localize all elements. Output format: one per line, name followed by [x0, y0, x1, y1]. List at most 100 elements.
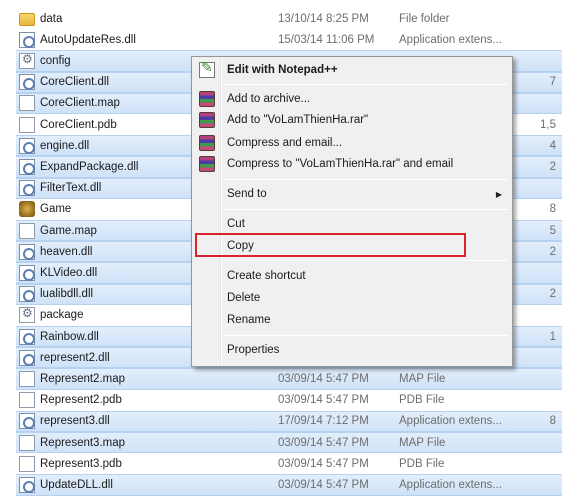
file-size: 2: [549, 288, 556, 301]
dll-icon: [19, 476, 35, 493]
menu-item-delete[interactable]: Delete: [194, 287, 510, 309]
file-row[interactable]: Represent3.map 03/09/14 5:47 PM MAP File: [16, 432, 562, 454]
dll-icon: [19, 413, 35, 430]
file-size: 8: [549, 203, 556, 216]
file-size: 1: [549, 330, 556, 343]
file-icon: [19, 370, 35, 387]
file-date: 15/03/14 11:06 PM: [278, 33, 375, 46]
menu-item-label: Add to archive...: [227, 93, 311, 105]
dll-icon: [19, 349, 35, 366]
menu-separator: [224, 335, 509, 336]
file-name: Represent3.map: [40, 436, 126, 449]
file-icon: [19, 392, 35, 409]
submenu-arrow-icon: ▶: [495, 189, 502, 199]
menu-separator: [224, 179, 509, 180]
menu-item-label: Properties: [227, 344, 280, 356]
file-row[interactable]: Represent2.pdb 03/09/14 5:47 PM PDB File: [16, 390, 562, 411]
file-name: UpdateDLL.dll: [40, 478, 113, 491]
menu-separator: [224, 209, 509, 210]
menu-item-label: Delete: [227, 292, 261, 304]
file-name: Represent3.pdb: [40, 457, 122, 470]
winrar-icon: [199, 156, 215, 172]
menu-item-label: Edit with Notepad++: [227, 64, 338, 76]
file-icon: [19, 455, 35, 472]
file-size: 4: [549, 139, 556, 152]
file-icon: [19, 95, 35, 112]
file-size: 8: [549, 415, 556, 428]
file-row[interactable]: represent3.dll 17/09/14 7:12 PM Applicatio…: [16, 410, 562, 432]
menu-item-label: Cut: [227, 218, 245, 230]
config-file-icon: [19, 306, 35, 324]
menu-separator: [224, 84, 509, 85]
dll-icon: [19, 328, 35, 345]
file-icon: [19, 434, 35, 451]
file-type: MAP File: [399, 372, 446, 385]
file-date: 03/09/14 5:47 PM: [278, 372, 369, 385]
file-size: 1,5: [540, 118, 556, 131]
file-type: PDB File: [399, 394, 445, 407]
file-row[interactable]: UpdateDLL.dll 03/09/14 5:47 PM Application…: [16, 474, 562, 496]
file-type: Application extens...: [399, 33, 502, 46]
dll-icon: [19, 137, 35, 154]
menu-item-edit-notepad[interactable]: Edit with Notepad++: [194, 59, 510, 81]
dll-icon: [19, 158, 35, 175]
file-size: 2: [549, 245, 556, 258]
file-type: MAP File: [399, 436, 446, 449]
dll-icon: [19, 74, 35, 91]
notepad-plus-icon: [199, 60, 215, 78]
file-date: 13/10/14 8:25 PM: [278, 12, 369, 25]
menu-item-label: Create shortcut: [227, 270, 306, 282]
file-row[interactable]: Represent3.pdb 03/09/14 5:47 PM PDB File: [16, 453, 562, 474]
menu-item-label: Add to "VoLamThienHa.rar": [227, 114, 369, 126]
file-icon: [19, 116, 35, 133]
dll-icon: [19, 180, 35, 197]
menu-item-label: Compress and email...: [227, 137, 343, 149]
menu-item-label: Send to: [227, 188, 267, 200]
folder-icon: [19, 13, 35, 27]
menu-separator: [224, 260, 509, 261]
file-date: 03/09/14 5:47 PM: [278, 394, 369, 407]
copy-highlight-box: [195, 233, 466, 257]
menu-item-rename[interactable]: Rename: [194, 309, 510, 331]
menu-item-create-shortcut[interactable]: Create shortcut: [194, 265, 510, 287]
config-file-icon: [19, 52, 35, 69]
file-size: 2: [549, 160, 556, 173]
menu-item-add-to-rar[interactable]: Add to "VoLamThienHa.rar": [194, 109, 510, 131]
file-date: 17/09/14 7:12 PM: [278, 415, 369, 428]
file-type: PDB File: [399, 457, 445, 470]
file-size: 7: [549, 76, 556, 89]
file-date: 03/09/14 5:47 PM: [278, 478, 369, 491]
game-icon: [19, 201, 35, 218]
file-row[interactable]: Represent2.map 03/09/14 5:47 PM MAP File: [16, 368, 562, 390]
dll-icon: [19, 286, 35, 303]
file-date: 03/09/14 5:47 PM: [278, 436, 369, 449]
winrar-icon: [199, 135, 215, 151]
winrar-icon: [199, 91, 215, 107]
file-type: File folder: [399, 12, 450, 25]
dll-icon: [19, 264, 35, 281]
winrar-icon: [199, 112, 215, 128]
menu-item-compress-email[interactable]: Compress and email...: [194, 132, 510, 154]
menu-item-label: Compress to "VoLamThienHa.rar" and email: [227, 158, 454, 170]
menu-item-label: Rename: [227, 314, 271, 326]
file-name: represent3.dll: [40, 415, 110, 428]
file-type: Application extens...: [399, 478, 502, 491]
menu-item-add-archive[interactable]: Add to archive...: [194, 88, 510, 110]
dll-icon: [19, 243, 35, 260]
file-name: AutoUpdateRes.dll: [40, 33, 136, 46]
menu-item-properties[interactable]: Properties: [194, 339, 510, 361]
file-icon: [19, 222, 35, 239]
file-name: data: [40, 12, 63, 25]
dll-icon: [19, 31, 35, 48]
menu-item-send-to[interactable]: Send to ▶: [194, 183, 510, 205]
file-row[interactable]: AutoUpdateRes.dll 15/03/14 11:06 PM Applic…: [16, 29, 562, 50]
menu-item-cut[interactable]: Cut: [194, 213, 510, 235]
file-name: Represent2.map: [40, 372, 126, 385]
file-name: Represent2.pdb: [40, 394, 122, 407]
context-menu: Edit with Notepad++ Add to archive... Ad…: [191, 56, 513, 367]
file-date: 03/09/14 5:47 PM: [278, 457, 369, 470]
file-row[interactable]: data 13/10/14 8:25 PM File folder: [16, 8, 562, 29]
file-type: Application extens...: [399, 415, 502, 428]
menu-item-compress-to-rar-email[interactable]: Compress to "VoLamThienHa.rar" and email: [194, 153, 510, 175]
file-size: 5: [549, 224, 556, 237]
